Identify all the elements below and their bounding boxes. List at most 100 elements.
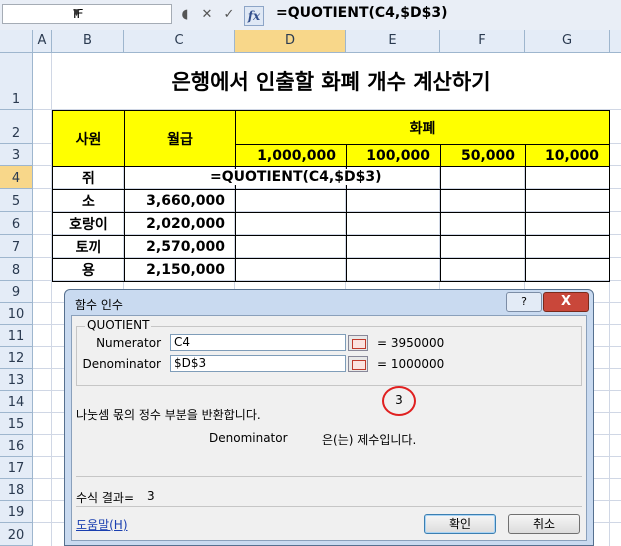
header-currency[interactable]: 화폐	[235, 110, 610, 145]
help-link[interactable]: 도움말(H)	[76, 516, 128, 533]
row-header-11[interactable]: 11	[0, 325, 33, 347]
salary-cell[interactable]: 2,150,000	[124, 258, 236, 282]
row-header-12[interactable]: 12	[0, 347, 33, 369]
row-header-10[interactable]: 10	[0, 303, 33, 325]
formula-result-value: 3	[147, 489, 155, 503]
denominator-result: = 1000000	[377, 357, 445, 371]
denomination-cell[interactable]: 50,000	[440, 144, 526, 167]
employee-name-cell[interactable]: 토끼	[52, 235, 125, 259]
result-cell[interactable]	[346, 235, 441, 259]
column-header-b[interactable]: B	[52, 30, 124, 53]
close-icon[interactable]: X	[543, 292, 589, 312]
row-header-4[interactable]: 4	[0, 166, 33, 189]
argument-help-name: Denominator	[209, 431, 288, 445]
name-box[interactable]: IF ▼	[2, 4, 172, 24]
ok-button[interactable]: 확인	[424, 514, 496, 534]
result-cell[interactable]	[440, 235, 526, 259]
salary-cell[interactable]: 2,570,000	[124, 235, 236, 259]
result-cell[interactable]	[525, 258, 610, 282]
numerator-result: = 3950000	[377, 336, 445, 350]
collapse-dialog-icon[interactable]	[348, 335, 368, 351]
column-header-c[interactable]: C	[124, 30, 235, 53]
employee-name-cell[interactable]: 소	[52, 189, 125, 213]
divider	[76, 476, 582, 477]
column-header-f[interactable]: F	[440, 30, 525, 53]
formula-bar: IF ▼ ◖ ✕ ✓ fx =QUOTIENT(C4,$D$3)	[0, 0, 621, 31]
select-all-corner[interactable]	[0, 30, 33, 53]
drag-handle-icon[interactable]: ◖	[176, 6, 194, 24]
row-header-19[interactable]: 19	[0, 501, 33, 523]
formula-input[interactable]: =QUOTIENT(C4,$D$3)	[276, 5, 447, 21]
row-header-8[interactable]: 8	[0, 258, 33, 281]
result-cell[interactable]	[235, 235, 347, 259]
row-header-18[interactable]: 18	[0, 479, 33, 501]
enter-icon[interactable]: ✓	[220, 6, 238, 24]
row-header-15[interactable]: 15	[0, 413, 33, 435]
dialog-title: 함수 인수	[75, 298, 123, 312]
row-header-7[interactable]: 7	[0, 235, 33, 258]
header-employee[interactable]: 사원	[52, 110, 125, 167]
column-header-e[interactable]: E	[346, 30, 440, 53]
result-cell[interactable]	[525, 166, 610, 190]
result-cell[interactable]	[440, 258, 526, 282]
result-cell[interactable]	[440, 212, 526, 236]
column-header-d[interactable]: D	[235, 30, 346, 53]
denominator-input[interactable]: $D$3	[170, 355, 346, 372]
function-arguments-dialog: 함수 인수 ? X QUOTIENT Numerator C4 = 395000…	[64, 289, 594, 546]
insert-function-button[interactable]: fx	[244, 6, 264, 26]
collapse-dialog-icon[interactable]	[348, 356, 368, 372]
cell-edit-formula[interactable]: =QUOTIENT(C4,$D$3)	[208, 169, 384, 185]
result-cell[interactable]	[346, 189, 441, 213]
column-header-g[interactable]: G	[525, 30, 610, 53]
employee-name-cell[interactable]: 용	[52, 258, 125, 282]
result-cell[interactable]	[525, 189, 610, 213]
formula-buttons: ◖ ✕ ✓ fx	[176, 4, 268, 26]
row-header-3[interactable]: 3	[0, 144, 33, 166]
row-header-6[interactable]: 6	[0, 212, 33, 235]
row-header-14[interactable]: 14	[0, 391, 33, 413]
salary-cell[interactable]: 3,660,000	[124, 189, 236, 213]
row-header-5[interactable]: 5	[0, 189, 33, 212]
result-cell[interactable]	[346, 258, 441, 282]
function-name: QUOTIENT	[85, 318, 152, 332]
result-cell[interactable]	[235, 189, 347, 213]
formula-result-label: 수식 결과=	[76, 491, 135, 505]
column-header-more[interactable]	[610, 30, 621, 53]
result-cell[interactable]	[525, 235, 610, 259]
function-description: 나눗셈 몫의 정수 부분을 반환합니다.	[76, 408, 261, 422]
salary-cell[interactable]: 2,020,000	[124, 212, 236, 236]
result-cell[interactable]	[235, 212, 347, 236]
denomination-cell[interactable]: 1,000,000	[235, 144, 347, 167]
denomination-cell[interactable]: 100,000	[346, 144, 441, 167]
denomination-cell[interactable]: 10,000	[525, 144, 610, 167]
help-icon[interactable]: ?	[506, 292, 542, 312]
row-header-17[interactable]: 17	[0, 457, 33, 479]
cancel-button[interactable]: 취소	[508, 514, 580, 534]
result-cell[interactable]	[440, 166, 526, 190]
result-cell[interactable]	[440, 189, 526, 213]
row-header-20[interactable]: 20	[0, 523, 33, 546]
row-header-9[interactable]: 9	[0, 281, 33, 303]
numerator-input[interactable]: C4	[170, 334, 346, 351]
header-salary[interactable]: 월급	[124, 110, 236, 167]
result-cell[interactable]	[235, 258, 347, 282]
dialog-body: QUOTIENT Numerator C4 = 3950000 Denomina…	[71, 315, 587, 541]
arguments-group: QUOTIENT Numerator C4 = 3950000 Denomina…	[76, 318, 582, 386]
chevron-down-icon[interactable]: ▼	[73, 8, 168, 18]
result-cell[interactable]	[525, 212, 610, 236]
highlighted-result: 3	[382, 386, 416, 416]
numerator-label: Numerator	[96, 336, 161, 350]
divider	[76, 506, 582, 507]
employee-name-cell[interactable]: 호랑이	[52, 212, 125, 236]
argument-help-text: 은(는) 제수입니다.	[322, 433, 417, 447]
row-header-2[interactable]: 2	[0, 110, 33, 144]
column-header-a[interactable]: A	[33, 30, 52, 53]
employee-name-cell[interactable]: 쥐	[52, 166, 125, 190]
row-header-1[interactable]: 1	[0, 53, 33, 110]
cancel-icon[interactable]: ✕	[198, 6, 216, 24]
sheet-title[interactable]: 은행에서 인출할 화폐 개수 계산하기	[52, 53, 610, 109]
row-header-13[interactable]: 13	[0, 369, 33, 391]
row-header-16[interactable]: 16	[0, 435, 33, 457]
result-cell[interactable]	[346, 212, 441, 236]
denominator-label: Denominator	[82, 357, 161, 371]
